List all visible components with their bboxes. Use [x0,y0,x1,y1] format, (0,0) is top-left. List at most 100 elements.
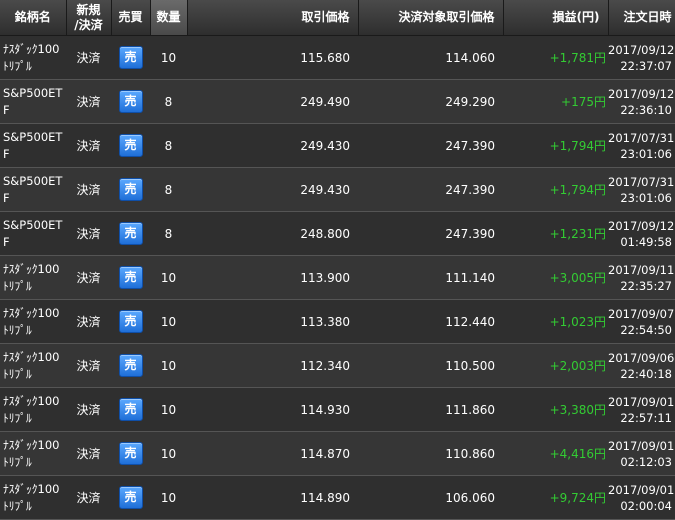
symbol-line2: ﾄﾘﾌﾟﾙ [3,454,32,469]
sell-button[interactable]: 売 [118,310,143,333]
symbol-line2: ﾄﾘﾌﾟﾙ [3,278,32,293]
kind-cell: 決済 [66,343,111,388]
close-price-cell: 111.860 [358,387,503,432]
qty-cell: 10 [150,343,187,388]
header-close-price[interactable]: 決済対象取引価格 [358,0,504,36]
table-row[interactable]: S&P500ET F 決済売 8 249.430 247.390 +1,794円 2017/0… [0,123,675,168]
close-price-cell: 114.060 [358,35,503,80]
qty-cell: 10 [150,299,187,344]
sell-button[interactable]: 売 [118,398,143,421]
date-text: 2017/09/01 [608,394,675,409]
pl-cell: +1,794円 [503,167,608,212]
close-price-cell: 247.390 [358,167,503,212]
time-text: 02:00:04 [620,498,672,513]
pl-cell: +2,003円 [503,343,608,388]
side-cell: 売 [111,343,150,388]
table-row[interactable]: S&P500ET F 決済売 8 249.490 249.290 +175円 2017/09/… [0,79,675,124]
side-cell: 売 [111,475,150,520]
table-row[interactable]: ﾅｽﾀﾞｯｸ100 ﾄﾘﾌﾟﾙ 決済売 10 114.870 110.860 +4,416円… [0,431,675,476]
symbol-cell: S&P500ET F [0,167,66,212]
qty-cell: 10 [150,431,187,476]
price-cell: 114.870 [187,431,358,476]
table-row[interactable]: ﾅｽﾀﾞｯｸ100 ﾄﾘﾌﾟﾙ 決済売 10 112.340 110.500 +2,003円… [0,343,675,388]
symbol-line1: S&P500ET [3,129,63,144]
price-cell: 115.680 [187,35,358,80]
table-row[interactable]: ﾅｽﾀﾞｯｸ100 ﾄﾘﾌﾟﾙ 決済売 10 113.380 112.440 +1,023円… [0,299,675,344]
table-row[interactable]: ﾅｽﾀﾞｯｸ100 ﾄﾘﾌﾟﾙ 決済売 10 113.900 111.140 +3,005円… [0,255,675,300]
header-qty[interactable]: 数量 [150,0,188,36]
header-kind[interactable]: 新規 /決済 [66,0,112,36]
qty-cell: 8 [150,167,187,212]
datetime-cell: 2017/09/06 22:40:18 [608,343,675,388]
sell-button[interactable]: 売 [118,486,143,509]
symbol-line2: F [3,234,10,249]
symbol-cell: S&P500ET F [0,123,66,168]
time-text: 22:57:11 [620,410,672,425]
symbol-line1: ﾅｽﾀﾞｯｸ100 [3,261,60,276]
symbol-cell: ﾅｽﾀﾞｯｸ100 ﾄﾘﾌﾟﾙ [0,35,66,80]
time-text: 22:36:10 [620,102,672,117]
pl-cell: +1,023円 [503,299,608,344]
symbol-line1: ﾅｽﾀﾞｯｸ100 [3,41,60,56]
close-price-cell: 106.060 [358,475,503,520]
symbol-cell: S&P500ET F [0,211,66,256]
header-price[interactable]: 取引価格 [187,0,359,36]
sell-button[interactable]: 売 [118,266,143,289]
symbol-line2: ﾄﾘﾌﾟﾙ [3,58,32,73]
sell-button[interactable]: 売 [118,90,143,113]
symbol-line1: S&P500ET [3,85,63,100]
header-side[interactable]: 売買 [111,0,151,36]
table-row[interactable]: ﾅｽﾀﾞｯｸ100 ﾄﾘﾌﾟﾙ 決済売 10 114.890 106.060 +9,724円… [0,475,675,520]
symbol-line1: ﾅｽﾀﾞｯｸ100 [3,437,60,452]
side-cell: 売 [111,431,150,476]
header-pl[interactable]: 損益(円) [503,0,609,36]
price-cell: 114.890 [187,475,358,520]
symbol-cell: ﾅｽﾀﾞｯｸ100 ﾄﾘﾌﾟﾙ [0,431,66,476]
qty-cell: 10 [150,475,187,520]
table-row[interactable]: ﾅｽﾀﾞｯｸ100 ﾄﾘﾌﾟﾙ 決済売 10 115.680 114.060 +1,781円… [0,35,675,80]
header-symbol[interactable]: 銘柄名 [0,0,67,36]
side-cell: 売 [111,35,150,80]
side-cell: 売 [111,255,150,300]
table-row[interactable]: S&P500ET F 決済売 8 249.430 247.390 +1,794円 2017/0… [0,167,675,212]
date-text: 2017/07/31 [608,130,675,145]
pl-cell: +175円 [503,79,608,124]
symbol-cell: ﾅｽﾀﾞｯｸ100 ﾄﾘﾌﾟﾙ [0,299,66,344]
symbol-line2: F [3,190,10,205]
price-cell: 114.930 [187,387,358,432]
close-price-cell: 112.440 [358,299,503,344]
sell-button[interactable]: 売 [118,442,143,465]
symbol-cell: ﾅｽﾀﾞｯｸ100 ﾄﾘﾌﾟﾙ [0,475,66,520]
date-text: 2017/09/12 [608,86,675,101]
sell-button[interactable]: 売 [118,134,143,157]
price-cell: 248.800 [187,211,358,256]
pl-cell: +1,781円 [503,35,608,80]
datetime-cell: 2017/09/01 02:12:03 [608,431,675,476]
time-text: 23:01:06 [620,146,672,161]
symbol-line1: ﾅｽﾀﾞｯｸ100 [3,349,60,364]
sell-button[interactable]: 売 [118,46,143,69]
kind-cell: 決済 [66,211,111,256]
sell-button[interactable]: 売 [118,178,143,201]
date-text: 2017/09/01 [608,482,675,497]
symbol-line1: S&P500ET [3,217,63,232]
sell-button[interactable]: 売 [118,354,143,377]
time-text: 22:35:27 [620,278,672,293]
kind-cell: 決済 [66,475,111,520]
datetime-cell: 2017/09/12 22:36:10 [608,79,675,124]
datetime-cell: 2017/09/01 02:00:04 [608,475,675,520]
datetime-cell: 2017/09/11 22:35:27 [608,255,675,300]
price-cell: 113.380 [187,299,358,344]
header-datetime[interactable]: 注文日時 [608,0,675,36]
symbol-line2: ﾄﾘﾌﾟﾙ [3,322,32,337]
qty-cell: 8 [150,123,187,168]
date-text: 2017/07/31 [608,174,675,189]
date-text: 2017/09/07 [608,306,675,321]
sell-button[interactable]: 売 [118,222,143,245]
table-row[interactable]: S&P500ET F 決済売 8 248.800 247.390 +1,231円 2017/0… [0,211,675,256]
symbol-cell: ﾅｽﾀﾞｯｸ100 ﾄﾘﾌﾟﾙ [0,255,66,300]
table-row[interactable]: ﾅｽﾀﾞｯｸ100 ﾄﾘﾌﾟﾙ 決済売 10 114.930 111.860 +3,380円… [0,387,675,432]
time-text: 01:49:58 [620,234,672,249]
pl-cell: +1,794円 [503,123,608,168]
qty-cell: 10 [150,255,187,300]
